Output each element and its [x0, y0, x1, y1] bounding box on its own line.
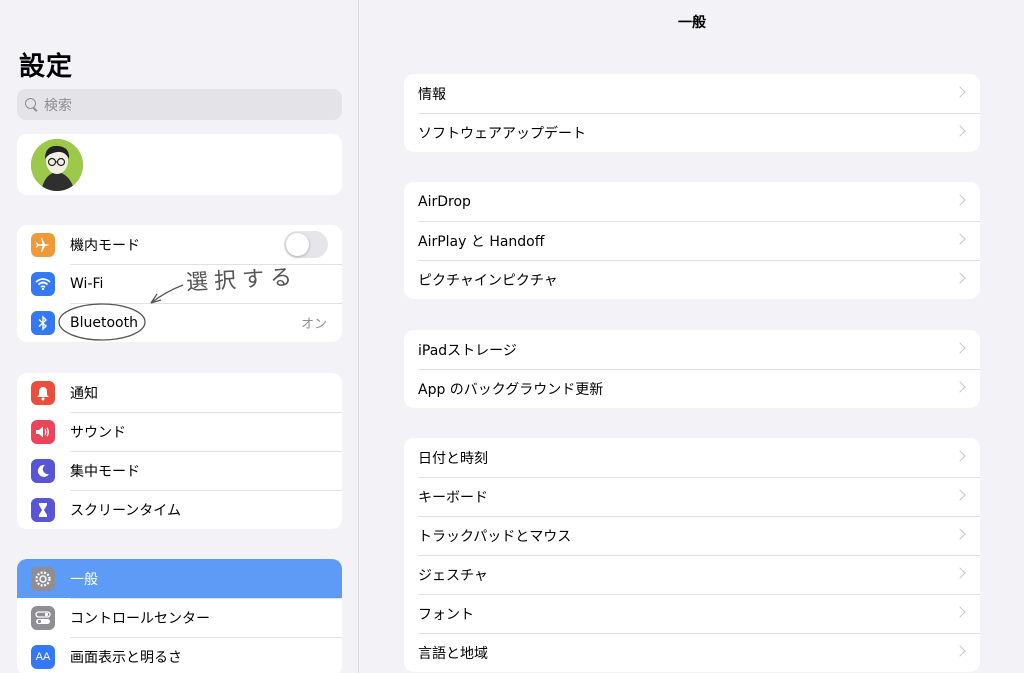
hourglass-icon — [31, 498, 55, 522]
menu-item-airdrop[interactable]: AirDrop — [404, 182, 980, 221]
menu-item-label: 日付と時刻 — [418, 450, 488, 467]
sidebar-item-label: 機内モード — [70, 237, 140, 254]
chevron-right-icon — [954, 194, 966, 206]
menu-item-keyboard[interactable]: キーボード — [404, 477, 980, 516]
detail-pane: 一般 情報 ソフトウェアアップデート AirDrop AirPlay と Han… — [360, 0, 1024, 673]
sidebar-item-screen-time[interactable]: スクリーンタイム — [17, 490, 342, 529]
sidebar-item-label: Bluetooth — [70, 314, 138, 331]
search-placeholder: 検索 — [44, 97, 72, 114]
sidebar-item-label: コントロールセンター — [70, 610, 210, 627]
search-field[interactable]: 検索 — [17, 89, 342, 120]
menu-item-software-update[interactable]: ソフトウェアアップデート — [404, 113, 980, 152]
sidebar-item-sounds[interactable]: サウンド — [17, 412, 342, 451]
search-icon — [25, 97, 39, 112]
switches-icon — [31, 606, 55, 630]
notifications-group: 通知 サウンド 集中モード スクリーンタイム — [17, 373, 342, 529]
menu-item-background-refresh[interactable]: App のバックグラウンド更新 — [404, 369, 980, 408]
menu-item-label: App のバックグラウンド更新 — [418, 381, 604, 398]
sidebar-item-label: スクリーンタイム — [70, 502, 182, 519]
menu-item-label: iPadストレージ — [418, 342, 517, 359]
moon-icon — [31, 459, 55, 483]
menu-item-picture-in-picture[interactable]: ピクチャインピクチャ — [404, 260, 980, 299]
menu-item-label: フォント — [418, 606, 474, 623]
airplane-icon — [31, 233, 55, 257]
menu-item-label: ソフトウェアアップデート — [418, 125, 586, 142]
menu-item-date-time[interactable]: 日付と時刻 — [404, 438, 980, 477]
chevron-right-icon — [954, 272, 966, 284]
chevron-right-icon — [954, 450, 966, 462]
menu-item-language-region[interactable]: 言語と地域 — [404, 633, 980, 672]
text-size-icon: AA — [31, 645, 55, 669]
chevron-right-icon — [954, 125, 966, 137]
menu-item-label: 言語と地域 — [418, 645, 488, 662]
sidebar-item-airplane[interactable]: 機内モード — [17, 225, 342, 264]
menu-item-ipad-storage[interactable]: iPadストレージ — [404, 330, 980, 369]
menu-item-label: AirPlay と Handoff — [418, 233, 545, 250]
chevron-right-icon — [954, 489, 966, 501]
menu-item-label: キーボード — [418, 489, 488, 506]
menu-item-about[interactable]: 情報 — [404, 74, 980, 113]
sidebar-item-focus[interactable]: 集中モード — [17, 451, 342, 490]
menu-item-trackpad-mouse[interactable]: トラックパッドとマウス — [404, 516, 980, 555]
info-group: 情報 ソフトウェアアップデート — [404, 74, 980, 152]
menu-item-label: トラックパッドとマウス — [418, 528, 572, 545]
speaker-icon — [31, 420, 55, 444]
sidebar-item-label: Wi-Fi — [70, 275, 104, 292]
toggle-knob — [286, 233, 309, 256]
bluetooth-status: オン — [300, 317, 327, 332]
menu-item-airplay-handoff[interactable]: AirPlay と Handoff — [404, 221, 980, 260]
system-group: 一般 コントロールセンター AA 画面表示と明るさ — [17, 559, 342, 673]
airplane-mode-toggle[interactable] — [284, 231, 328, 258]
chevron-right-icon — [954, 342, 966, 354]
chevron-right-icon — [954, 381, 966, 393]
sidebar: 設定 検索 機内モード Wi-Fi Bluetooth オン 通知 サウンド 集… — [0, 0, 359, 673]
chevron-right-icon — [954, 86, 966, 98]
annotation-text: 選択する — [185, 265, 299, 296]
storage-group: iPadストレージ App のバックグラウンド更新 — [404, 330, 980, 408]
menu-item-fonts[interactable]: フォント — [404, 594, 980, 633]
chevron-right-icon — [954, 606, 966, 618]
sidebar-item-control-center[interactable]: コントロールセンター — [17, 598, 342, 637]
gear-icon — [31, 567, 55, 591]
sidebar-title: 設定 — [19, 52, 74, 82]
menu-item-label: AirDrop — [418, 193, 471, 210]
sidebar-item-notifications[interactable]: 通知 — [17, 373, 342, 412]
menu-item-label: ジェスチャ — [418, 567, 488, 584]
bell-icon — [31, 381, 55, 405]
sidebar-item-general[interactable]: 一般 — [17, 559, 342, 598]
chevron-right-icon — [954, 567, 966, 579]
sidebar-item-label: 通知 — [70, 385, 98, 402]
sidebar-item-label: サウンド — [70, 424, 126, 441]
wifi-icon — [31, 272, 55, 296]
menu-item-label: 情報 — [418, 86, 446, 103]
profile-card[interactable] — [17, 134, 342, 195]
sidebar-item-label: 一般 — [70, 571, 98, 588]
sharing-group: AirDrop AirPlay と Handoff ピクチャインピクチャ — [404, 182, 980, 299]
page-title: 一般 — [678, 15, 706, 31]
chevron-right-icon — [954, 233, 966, 245]
menu-item-gestures[interactable]: ジェスチャ — [404, 555, 980, 594]
bluetooth-icon — [31, 311, 55, 335]
menu-item-label: ピクチャインピクチャ — [418, 272, 558, 289]
chevron-right-icon — [954, 645, 966, 657]
avatar — [31, 139, 83, 191]
sidebar-item-label: 画面表示と明るさ — [70, 649, 182, 666]
sidebar-item-label: 集中モード — [70, 463, 140, 480]
locale-group: 日付と時刻 キーボード トラックパッドとマウス ジェスチャ フォント 言語と地域 — [404, 438, 980, 672]
sidebar-item-bluetooth[interactable]: Bluetooth オン — [17, 303, 342, 342]
sidebar-item-display[interactable]: AA 画面表示と明るさ — [17, 637, 342, 673]
chevron-right-icon — [954, 528, 966, 540]
